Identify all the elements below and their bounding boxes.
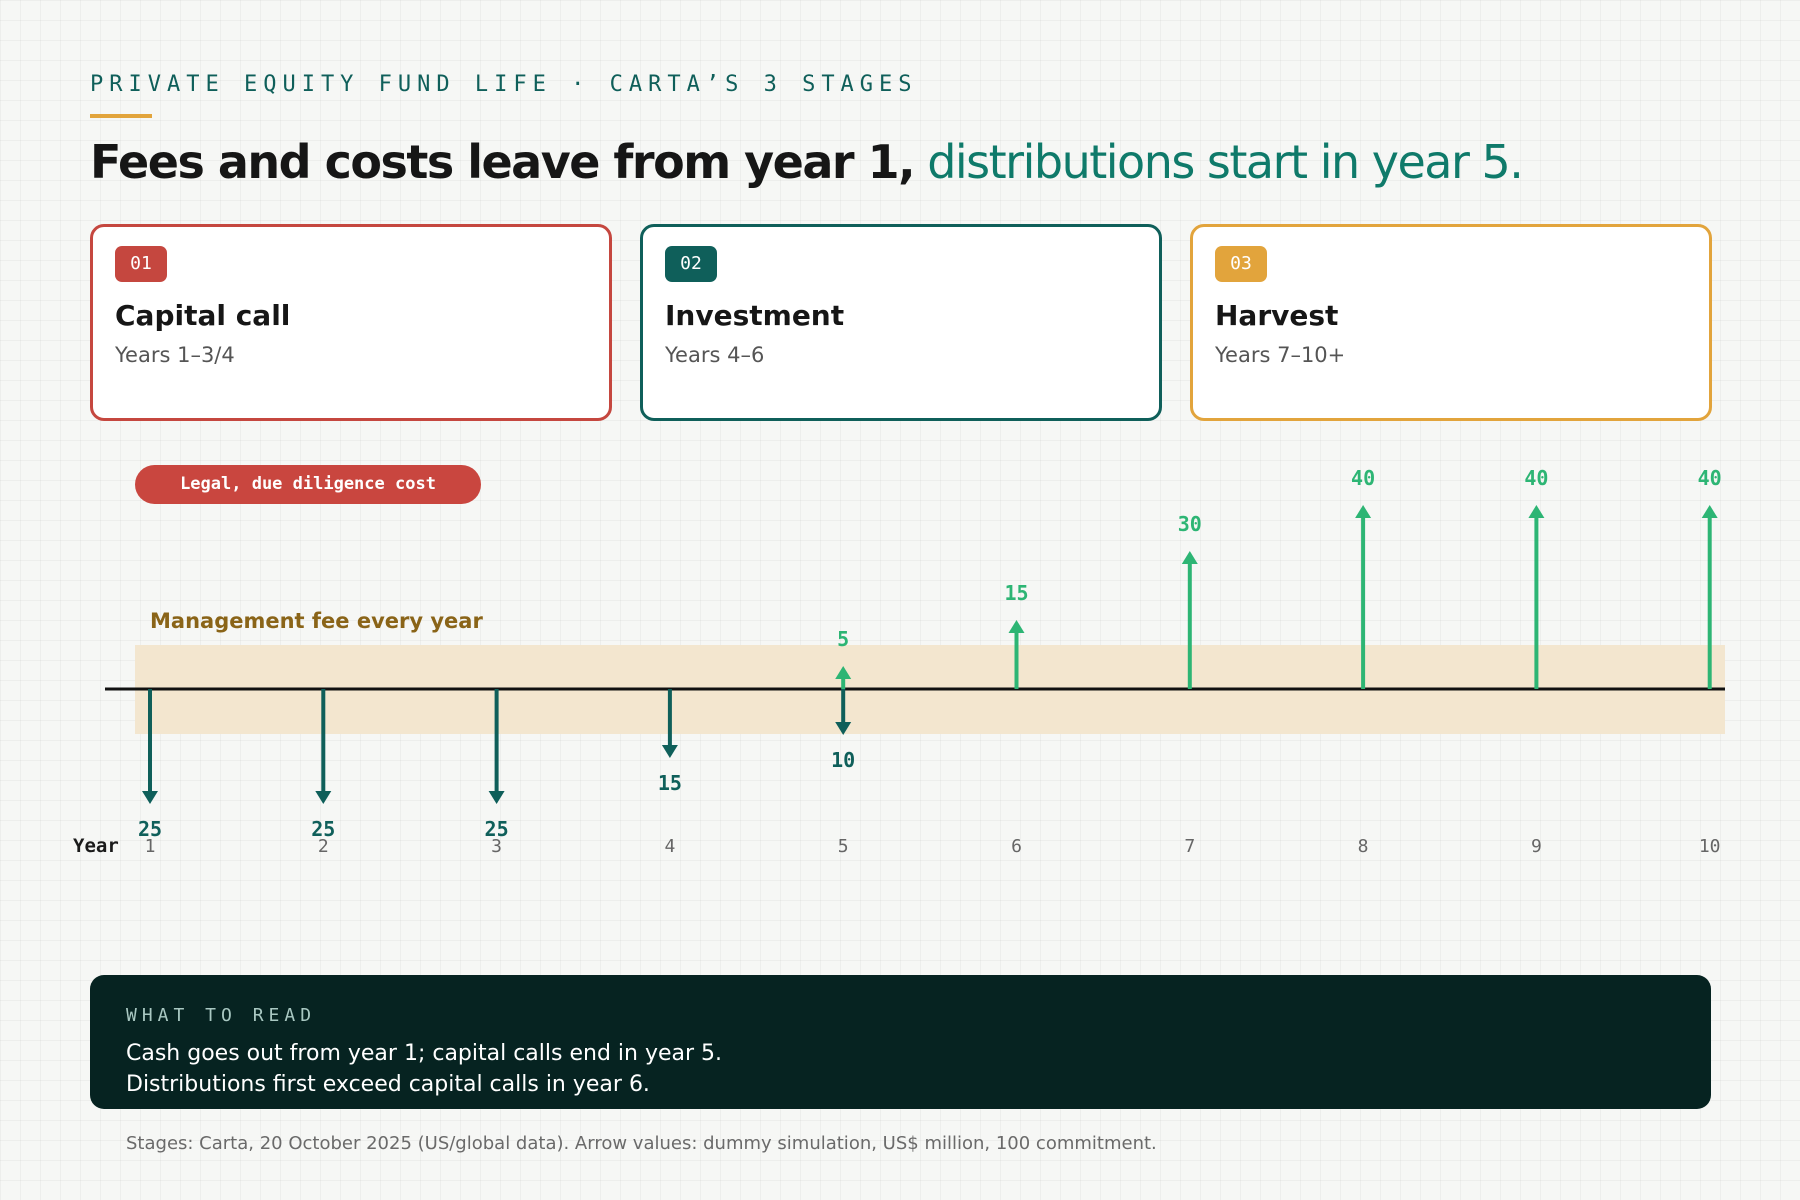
stage-years: Years 7–10+ bbox=[1215, 343, 1346, 367]
stage-years: Years 4–6 bbox=[665, 343, 765, 367]
capital-call-value-label: 25 bbox=[311, 817, 335, 841]
distribution-value-label: 5 bbox=[837, 627, 849, 651]
capital-call-arrowhead bbox=[315, 791, 332, 804]
distribution-value-label: 15 bbox=[1004, 581, 1028, 605]
what-to-read-line-1: Cash goes out from year 1; capital calls… bbox=[126, 1041, 723, 1066]
what-to-read-line-2: Distributions first exceed capital calls… bbox=[126, 1072, 650, 1097]
stage-card-investment: 02 Investment Years 4–6 bbox=[640, 224, 1162, 421]
capital-call-value-label: 15 bbox=[658, 771, 682, 795]
capital-call-arrowhead bbox=[142, 791, 158, 804]
distribution-arrowhead bbox=[1701, 505, 1718, 518]
eyebrow-accent-rule bbox=[90, 114, 152, 118]
capital-call-value-label: 10 bbox=[831, 748, 855, 772]
distribution-arrowhead bbox=[1008, 620, 1025, 633]
chart-eyebrow: PRIVATE EQUITY FUND LIFE · CARTA’S 3 STA… bbox=[90, 72, 918, 97]
headline-accent-part: distributions start in year 5. bbox=[927, 135, 1524, 189]
headline-dark-part: Fees and costs leave from year 1, bbox=[90, 135, 916, 189]
capital-call-value-label: 25 bbox=[138, 817, 162, 841]
distribution-value-label: 30 bbox=[1178, 512, 1202, 536]
x-tick-label: 10 bbox=[1699, 836, 1721, 857]
chart-headline: Fees and costs leave from year 1, distri… bbox=[90, 130, 1524, 194]
x-tick-label: 9 bbox=[1531, 836, 1542, 857]
capital-call-arrowhead bbox=[488, 791, 505, 804]
stage-card-harvest: 03 Harvest Years 7–10+ bbox=[1190, 224, 1712, 421]
stage-name: Capital call bbox=[115, 299, 291, 332]
cash-flow-arrow-chart: Year 1 2 3 4 5 6 7 8 9 1025 25 2515105153040 40 40 bbox=[73, 466, 1725, 857]
capital-call-arrowhead bbox=[661, 745, 678, 758]
stage-number-badge: 01 bbox=[115, 246, 167, 282]
what-to-read-box: WHAT TO READ Cash goes out from year 1; … bbox=[90, 975, 1711, 1109]
management-fee-label: Management fee every year bbox=[150, 609, 483, 633]
distribution-value-label: 40 bbox=[1698, 466, 1722, 490]
x-tick-label: 6 bbox=[1011, 836, 1022, 857]
capital-call-value-label: 25 bbox=[485, 817, 509, 841]
what-to-read-title: WHAT TO READ bbox=[126, 1005, 317, 1026]
distribution-arrowhead bbox=[1355, 505, 1372, 518]
stage-card-capital-call: 01 Capital call Years 1–3/4 bbox=[90, 224, 612, 421]
x-tick-label: 4 bbox=[664, 836, 675, 857]
stage-name: Harvest bbox=[1215, 299, 1339, 332]
distribution-arrowhead bbox=[1528, 505, 1545, 518]
stage-years: Years 1–3/4 bbox=[115, 343, 235, 367]
distribution-value-label: 40 bbox=[1524, 466, 1548, 490]
distribution-arrowhead bbox=[1181, 551, 1198, 564]
x-tick-label: 5 bbox=[838, 836, 849, 857]
distribution-value-label: 40 bbox=[1351, 466, 1375, 490]
stage-number-badge: 03 bbox=[1215, 246, 1267, 282]
legal-cost-annotation: Legal, due diligence cost bbox=[135, 465, 481, 504]
x-tick-label: 8 bbox=[1358, 836, 1369, 857]
source-note: Stages: Carta, 20 October 2025 (US/globa… bbox=[126, 1133, 1157, 1154]
stage-number-badge: 02 bbox=[665, 246, 717, 282]
x-tick-label: 7 bbox=[1184, 836, 1195, 857]
stage-name: Investment bbox=[665, 299, 845, 332]
x-axis-label: Year bbox=[73, 835, 119, 857]
